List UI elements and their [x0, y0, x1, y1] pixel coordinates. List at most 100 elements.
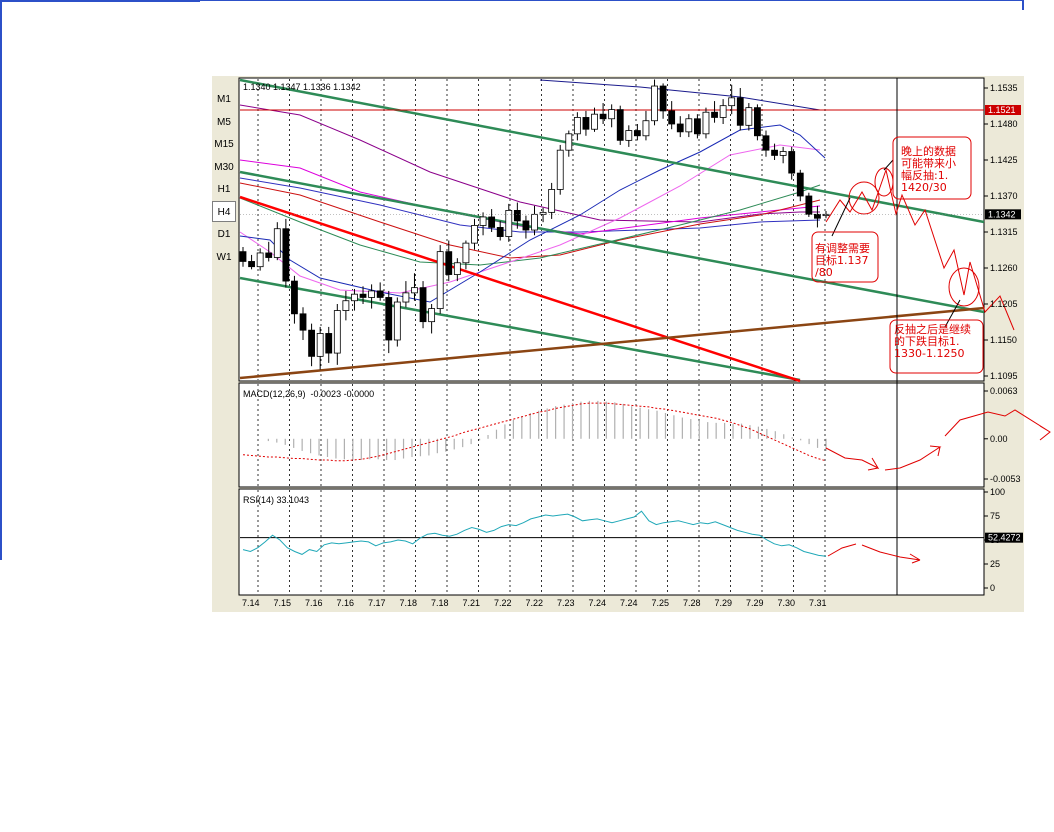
macd-values: -0.0023 -0.0000 — [310, 389, 375, 399]
date-axis-label: 7.25 — [652, 598, 670, 608]
price-axis-label: 1.1425 — [990, 155, 1018, 165]
candle-body-up — [479, 216, 487, 226]
price-axis-label: 1.1480 — [990, 119, 1018, 129]
candle-body-down — [633, 130, 641, 137]
candle-body-down — [282, 228, 290, 282]
price-axis-label: 1.1260 — [990, 263, 1018, 273]
annotation-text-1: 有调整需要 目标1.137 /80 — [815, 242, 870, 279]
candle-body-up — [591, 113, 598, 130]
price-axis-label: 1.1535 — [990, 83, 1018, 93]
rsi-axis-label: 75 — [990, 511, 1000, 521]
candle-body-down — [736, 97, 744, 126]
date-axis-label: 7.22 — [526, 598, 544, 608]
date-axis-label: 7.31 — [809, 598, 827, 608]
current-price-label: 1.1342 — [988, 209, 1016, 219]
candle-body-up — [685, 118, 693, 133]
date-axis-label: 7.24 — [589, 598, 607, 608]
candle-body-down — [676, 123, 684, 133]
candle-body-down — [488, 216, 496, 228]
candle-body-down — [599, 113, 607, 120]
date-axis-label: 7.23 — [557, 598, 575, 608]
date-axis-label: 7.28 — [683, 598, 701, 608]
candle-body-up — [342, 300, 350, 311]
date-axis-label: 7.18 — [400, 598, 418, 608]
date-axis-label: 7.22 — [494, 598, 512, 608]
candle-body-up — [702, 111, 710, 135]
candle-body-down — [291, 280, 298, 315]
price-axis-label: 1.1150 — [990, 335, 1017, 345]
candle-body-up — [548, 189, 556, 213]
macd-axis-label: 0.00 — [990, 434, 1008, 444]
candle-body-down — [496, 227, 504, 237]
macd-axis-label: 0.0063 — [990, 386, 1018, 396]
candle-body-down — [385, 297, 393, 341]
rsi-level-label: 52.4272 — [988, 533, 1021, 543]
resistance-price-label: 1.1521 — [988, 105, 1016, 115]
date-axis-label: 7.21 — [463, 598, 481, 608]
candle-body-down — [796, 172, 804, 197]
chart-canvas: 0.00630.00-0.0053 100755025052.4272 1.15… — [238, 77, 1051, 608]
ohlc-header: 1.1340 1.1347 1.1336 1.1342 — [243, 82, 361, 92]
price-axis-label: 1.1205 — [990, 299, 1018, 309]
candle-body-down — [299, 313, 307, 331]
candle-body-down — [376, 290, 384, 298]
candle-body-up — [719, 105, 727, 118]
candle-body-up — [368, 290, 376, 298]
candle-body-up — [539, 211, 547, 215]
candle-body-down — [359, 293, 367, 298]
candle-body-up — [462, 242, 470, 264]
candle-body-up — [471, 225, 478, 244]
date-axis-label: 7.14 — [242, 598, 260, 608]
candle-body-up — [642, 120, 650, 137]
candle-body-down — [522, 220, 530, 231]
candle-body-up — [411, 287, 418, 294]
candle-body-down — [788, 151, 796, 174]
candle-body-up — [728, 97, 736, 107]
rsi-axis-label: 0 — [990, 583, 995, 593]
rsi-label: RSI(14) — [243, 495, 275, 505]
candle-body-up — [428, 308, 436, 323]
candle-body-up — [333, 310, 341, 354]
candle-body-down — [814, 213, 821, 219]
date-axis-label: 7.29 — [746, 598, 764, 608]
date-axis-label: 7.16 — [337, 598, 355, 608]
candle-body-up — [351, 293, 358, 302]
candle-body-up — [625, 130, 633, 141]
candle-body-up — [608, 109, 616, 120]
candle-body-down — [668, 110, 676, 125]
candle-body-down — [762, 135, 770, 151]
price-axis-label: 1.1315 — [990, 227, 1018, 237]
macd-header: MACD(12,26,9) -0.0023 -0.0000 — [243, 388, 374, 400]
candle-body-down — [513, 209, 521, 222]
candle-body-up — [651, 85, 658, 122]
candle-body-down — [325, 333, 333, 354]
candle-body-down — [659, 85, 667, 112]
candle-body-up — [779, 151, 787, 156]
candle-body-up — [402, 292, 410, 303]
candle-body-up — [531, 213, 538, 231]
candle-body-down — [239, 251, 247, 262]
date-axis-label: 7.29 — [715, 598, 733, 608]
macd-axis-label: -0.0053 — [990, 474, 1021, 484]
candle-body-up — [273, 228, 281, 258]
date-axis-label: 7.30 — [778, 598, 796, 608]
candle-body-down — [616, 109, 624, 141]
candle-body-up — [256, 252, 264, 268]
candle-body-down — [805, 195, 813, 215]
macd-label: MACD(12,26,9) — [243, 389, 306, 399]
candle-body-up — [556, 149, 564, 190]
candle-body-down — [445, 251, 453, 275]
candle-body-up — [316, 333, 324, 357]
date-axis-label: 7.15 — [274, 598, 292, 608]
rsi-axis-label: 25 — [990, 559, 1000, 569]
price-axis-label: 1.1370 — [990, 191, 1018, 201]
candle-body-down — [265, 252, 273, 258]
candle-body-up — [565, 133, 573, 151]
candle-body-down — [248, 261, 255, 268]
candle-body-down — [419, 287, 427, 323]
candle-body-down — [693, 118, 701, 135]
candle-body-down — [308, 329, 315, 357]
annotation-text-3: 反抽之后是继续 的下跌目标1. 1330-1.1250 — [894, 323, 971, 360]
candle-body-up — [745, 107, 753, 126]
date-axis-label: 7.16 — [305, 598, 323, 608]
